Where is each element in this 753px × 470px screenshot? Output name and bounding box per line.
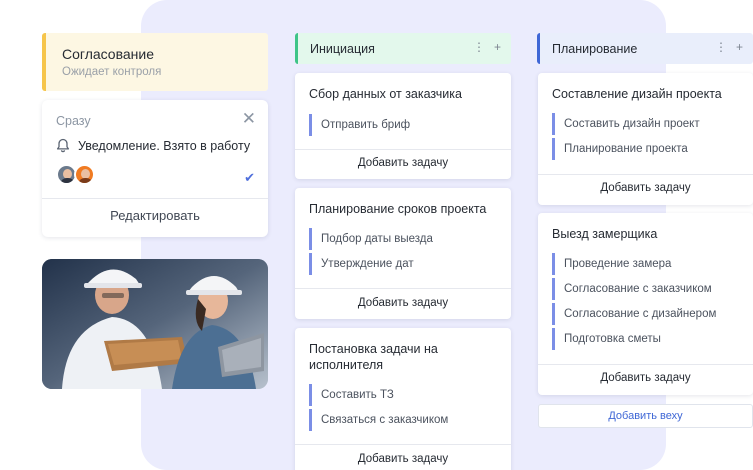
task-title: Выезд замерщика — [552, 227, 658, 241]
add-milestone-button[interactable]: Добавить веху — [538, 404, 753, 428]
column-title: Планирование — [552, 41, 638, 56]
avatar[interactable] — [74, 164, 95, 185]
assignees — [56, 164, 95, 185]
check-icon: ✔ — [244, 170, 255, 185]
divider — [295, 149, 511, 150]
column-header-initiation[interactable]: Инициация ⋮ + — [295, 33, 511, 64]
divider — [538, 174, 753, 175]
divider — [42, 198, 268, 199]
divider — [295, 444, 511, 445]
more-vertical-icon[interactable]: ⋮ — [473, 40, 485, 54]
add-task-button[interactable]: Добавить задачу — [538, 182, 753, 194]
notification-timing: Сразу — [56, 114, 91, 128]
task-title: Составление дизайн проекта — [552, 87, 722, 101]
close-icon[interactable]: ✕ — [242, 110, 256, 127]
task-title: Постановка задачи на исполнителя — [309, 342, 438, 372]
add-task-button[interactable]: Добавить задачу — [295, 453, 511, 465]
column-header-planning[interactable]: Планирование ⋮ + — [537, 33, 753, 64]
status-card: Согласование Ожидает контроля — [42, 33, 268, 91]
task-card[interactable]: Планирование сроков проекта Подбор даты … — [295, 188, 511, 319]
task-card[interactable]: Постановка задачи на исполнителя Состави… — [295, 328, 511, 470]
engineers-photo — [42, 259, 268, 389]
subtask-item[interactable]: Подготовка сметы — [552, 328, 716, 350]
plus-icon[interactable]: + — [736, 40, 743, 54]
status-title: Согласование — [62, 46, 154, 62]
notification-text: Уведомление. Взято в работу — [78, 138, 251, 153]
subtask-item[interactable]: Отправить бриф — [309, 114, 410, 136]
status-subtitle: Ожидает контроля — [62, 66, 162, 78]
column-title: Инициация — [310, 41, 375, 56]
divider — [538, 364, 753, 365]
plus-icon[interactable]: + — [494, 40, 501, 54]
notification-line: Уведомление. Взято в работу — [56, 138, 250, 153]
engineers-illustration — [42, 259, 268, 389]
edit-button[interactable]: Редактировать — [42, 208, 268, 223]
bell-icon — [56, 138, 70, 153]
notification-card: Сразу ✕ Уведомление. Взято в работу ✔ Ре… — [42, 100, 268, 237]
add-task-button[interactable]: Добавить задачу — [295, 157, 511, 169]
subtask-item[interactable]: Составить ТЗ — [309, 384, 448, 406]
task-card[interactable]: Выезд замерщика Проведение замера Соглас… — [538, 213, 753, 395]
task-title: Планирование сроков проекта — [309, 202, 487, 216]
subtask-item[interactable]: Подбор даты выезда — [309, 228, 433, 250]
subtask-item[interactable]: Связаться с заказчиком — [309, 409, 448, 431]
task-title: Сбор данных от заказчика — [309, 87, 462, 101]
subtask-item[interactable]: Проведение замера — [552, 253, 716, 275]
subtask-item[interactable]: Согласование с дизайнером — [552, 303, 716, 325]
divider — [295, 288, 511, 289]
subtask-item[interactable]: Планирование проекта — [552, 138, 700, 160]
subtask-item[interactable]: Согласование с заказчиком — [552, 278, 716, 300]
subtask-item[interactable]: Составить дизайн проект — [552, 113, 700, 135]
subtask-item[interactable]: Утверждение дат — [309, 253, 433, 275]
more-vertical-icon[interactable]: ⋮ — [715, 40, 727, 54]
task-card[interactable]: Составление дизайн проекта Составить диз… — [538, 73, 753, 205]
add-task-button[interactable]: Добавить задачу — [538, 372, 753, 384]
task-card[interactable]: Сбор данных от заказчика Отправить бриф … — [295, 73, 511, 179]
add-task-button[interactable]: Добавить задачу — [295, 297, 511, 309]
